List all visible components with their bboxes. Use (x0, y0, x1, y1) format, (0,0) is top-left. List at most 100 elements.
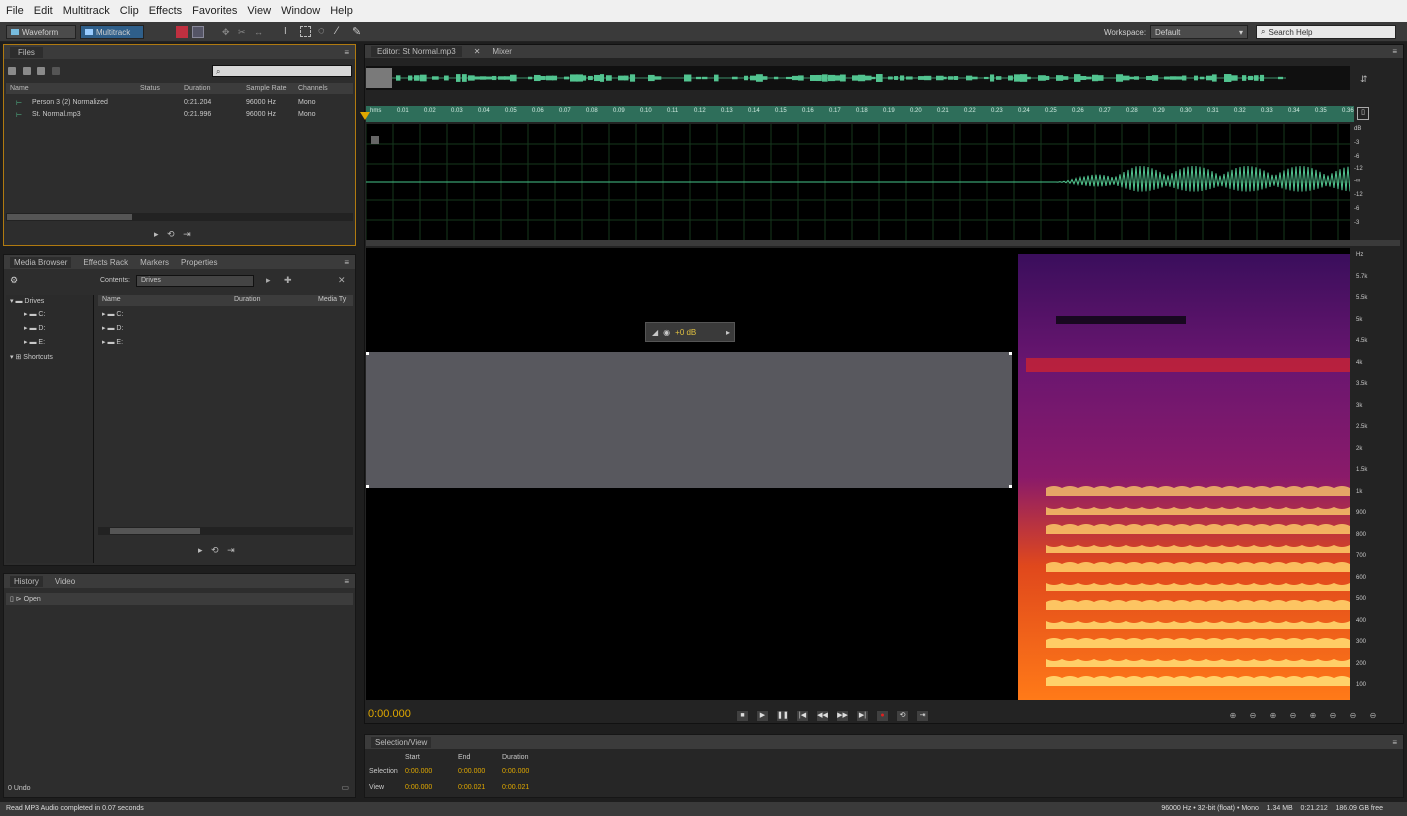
panel-menu-icon[interactable]: ≡ (1392, 738, 1397, 747)
tree-item-drives[interactable]: ▾ ▬ Drives (10, 297, 44, 305)
multitrack-view-button[interactable]: Multitrack (80, 25, 144, 39)
close-icon[interactable]: ✕ (474, 47, 481, 56)
zoom-button[interactable]: ⊖ (1286, 710, 1300, 722)
overview-waveform[interactable] (366, 66, 1350, 90)
tab-effects-rack[interactable]: Effects Rack (83, 258, 128, 267)
panel-menu-icon[interactable]: ≡ (344, 48, 349, 57)
insert-icon[interactable] (51, 67, 60, 75)
menu-item-favorites[interactable]: Favorites (192, 5, 237, 17)
media-scrollbar[interactable] (98, 527, 353, 535)
zoom-button[interactable]: ⊕ (1266, 710, 1280, 722)
go-to-end-button[interactable]: ▶| (856, 710, 869, 722)
skip-button[interactable]: ⇥ (916, 710, 929, 722)
menu-item-clip[interactable]: Clip (120, 5, 139, 17)
track-toggle-icon[interactable] (371, 136, 379, 144)
zoom-button[interactable]: ⊕ (1226, 710, 1240, 722)
play-icon[interactable]: ▸ (266, 275, 271, 286)
menu-item-view[interactable]: View (247, 5, 271, 17)
pitch-display-icon[interactable] (192, 26, 204, 38)
tab-markers[interactable]: Markers (140, 258, 169, 267)
list-item[interactable]: ▸ ▬ E: (102, 338, 123, 346)
tab-properties[interactable]: Properties (181, 258, 217, 267)
stop-button[interactable]: ■ (736, 710, 749, 722)
lasso-tool-icon[interactable]: ◌ (318, 25, 325, 37)
autoplay-icon[interactable]: ⇥ (227, 545, 235, 555)
close-file-icon[interactable] (37, 67, 46, 75)
timeline-ruler[interactable]: hms 0.01 0.02 0.03 0.04 0.05 0.06 0.07 0.08 0.09 0… (366, 106, 1354, 122)
files-col-0[interactable]: Name (10, 85, 29, 92)
selection-duration[interactable]: 0:00.000 (502, 768, 529, 775)
tab-mixer[interactable]: Mixer (492, 47, 512, 56)
close-icon[interactable]: ✕ (338, 275, 346, 286)
overview-viewport[interactable] (366, 68, 392, 88)
waveform-view-button[interactable]: Waveform (6, 25, 76, 39)
import-icon[interactable] (22, 67, 31, 75)
zoom-button[interactable]: ⊕ (1306, 710, 1320, 722)
play-icon[interactable]: ▸ (198, 545, 203, 555)
panel-menu-icon[interactable]: ≡ (344, 577, 349, 586)
open-file-icon[interactable] (8, 67, 16, 75)
tab-history[interactable]: History (10, 575, 43, 587)
menu-item-multitrack[interactable]: Multitrack (63, 5, 110, 17)
spectral-display-icon[interactable] (176, 26, 188, 38)
delete-icon[interactable]: ▭ (341, 783, 349, 792)
files-col-2[interactable]: Duration (184, 85, 210, 92)
file-row[interactable]: ⊢ St. Normal.mp3 0:21.996 96000 Hz Mono (6, 111, 353, 122)
zoom-overview-icon[interactable]: ⇵ (1360, 74, 1368, 85)
col-duration[interactable]: Duration (234, 296, 260, 303)
list-item[interactable]: ▸ ▬ C: (102, 310, 123, 318)
files-col-4[interactable]: Channels (298, 85, 328, 92)
go-to-start-button[interactable]: |◀ (796, 710, 809, 722)
knob-icon[interactable]: ◉ (663, 328, 670, 337)
menu-item-effects[interactable]: Effects (149, 5, 182, 17)
selection-end[interactable]: 0:00.000 (458, 768, 485, 775)
selection-start[interactable]: 0:00.000 (405, 768, 432, 775)
playhead-icon[interactable] (360, 112, 370, 120)
history-item[interactable]: ▯ ⊳ Open (6, 593, 353, 605)
tree-item-e[interactable]: ▸ ▬ E: (24, 338, 45, 346)
pause-button[interactable]: ❚❚ (776, 710, 789, 722)
zoom-button[interactable]: ⊖ (1326, 710, 1340, 722)
zoom-button[interactable]: ⊖ (1346, 710, 1360, 722)
hud-menu-icon[interactable]: ▸ (726, 328, 730, 337)
loop-icon[interactable]: ⟲ (211, 545, 219, 555)
marquee-selection[interactable] (366, 352, 1012, 488)
tree-item-shortcuts[interactable]: ▾ ⊞ Shortcuts (10, 353, 53, 361)
slip-tool-icon[interactable]: ↔ (254, 27, 263, 37)
rewind-button[interactable]: ◀◀ (816, 710, 829, 722)
file-row[interactable]: ⊢ Person 3 (2) Normalized 0:21.204 96000 Hz… (6, 99, 353, 110)
spectral-display[interactable] (366, 248, 1350, 700)
media-settings-icon[interactable]: ⚙ (10, 275, 18, 286)
menu-item-help[interactable]: Help (330, 5, 353, 17)
contents-select[interactable]: Drives (136, 275, 254, 287)
panel-divider[interactable] (366, 240, 1400, 246)
waveform-display[interactable] (366, 124, 1350, 240)
tab-files[interactable]: Files (10, 46, 43, 58)
view-end[interactable]: 0:00.021 (458, 784, 485, 791)
marquee-tool-icon[interactable] (300, 26, 311, 37)
time-selection-tool-icon[interactable]: I (284, 26, 287, 37)
move-tool-icon[interactable]: ✥ (222, 27, 230, 38)
shortcut-add-icon[interactable]: ✚ (284, 275, 292, 286)
ruler-units-button[interactable]: ▯ (1357, 107, 1369, 120)
files-search-input[interactable]: ⌕ (212, 65, 352, 77)
fast-forward-button[interactable]: ▶▶ (836, 710, 849, 722)
files-col-1[interactable]: Status (140, 85, 160, 92)
zoom-button[interactable]: ⊖ (1366, 710, 1380, 722)
menu-item-edit[interactable]: Edit (34, 5, 53, 17)
menu-item-window[interactable]: Window (281, 5, 320, 17)
tab-video[interactable]: Video (55, 577, 75, 586)
spot-healing-tool-icon[interactable]: ✎ (352, 25, 361, 38)
brush-tool-icon[interactable]: ⁄ (336, 25, 338, 37)
col-media-type[interactable]: Media Ty (318, 296, 346, 303)
view-duration[interactable]: 0:00.021 (502, 784, 529, 791)
tab-media-browser[interactable]: Media Browser (10, 256, 72, 268)
zoom-button[interactable]: ⊖ (1246, 710, 1260, 722)
panel-menu-icon[interactable]: ≡ (1392, 47, 1397, 56)
razor-tool-icon[interactable]: ✂ (238, 27, 246, 38)
search-help-input[interactable]: ⌕ Search Help (1256, 25, 1396, 39)
list-item[interactable]: ▸ ▬ D: (102, 324, 123, 332)
col-name[interactable]: Name (102, 296, 121, 303)
view-start[interactable]: 0:00.000 (405, 784, 432, 791)
tree-item-c[interactable]: ▸ ▬ C: (24, 310, 45, 318)
